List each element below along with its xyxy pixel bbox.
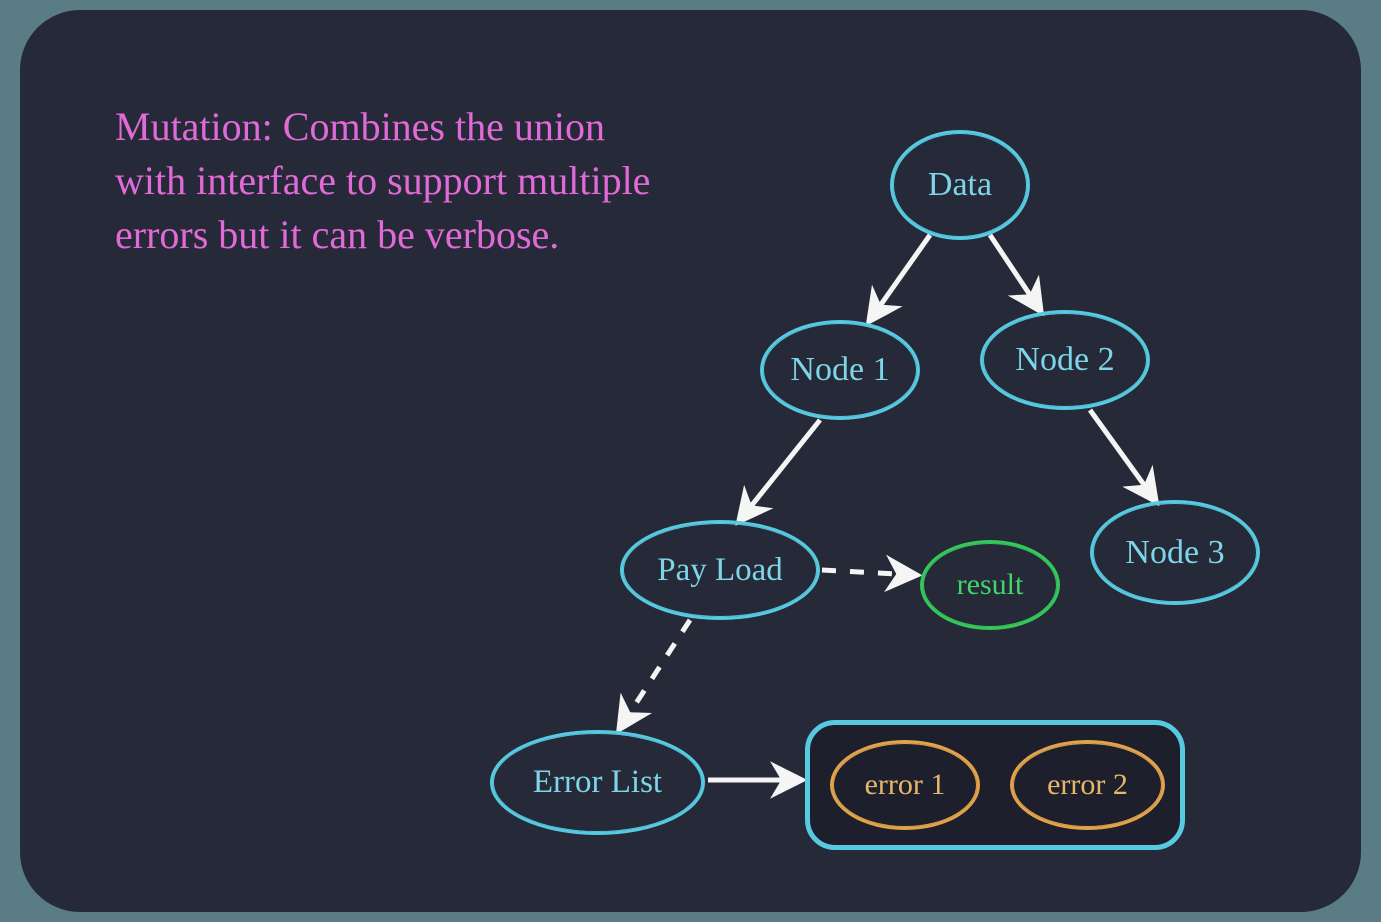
node-node3: Node 3: [1090, 500, 1260, 605]
node-error1-label: error 1: [865, 768, 946, 802]
edge-payload-result: [822, 570, 915, 575]
node-node3-label: Node 3: [1125, 534, 1224, 572]
node-data-label: Data: [928, 166, 992, 204]
node-error1: error 1: [830, 740, 980, 830]
node-node1: Node 1: [760, 320, 920, 420]
node-node2-label: Node 2: [1015, 341, 1114, 379]
diagram-caption: Mutation: Combines the union with interf…: [115, 100, 675, 262]
node-error2-label: error 2: [1047, 768, 1128, 802]
edge-data-node2: [990, 235, 1040, 310]
edge-payload-errorlist: [620, 620, 690, 728]
node-result: result: [920, 540, 1060, 630]
diagram-card: Mutation: Combines the union with interf…: [20, 10, 1361, 912]
node-error2: error 2: [1010, 740, 1165, 830]
edge-data-node1: [870, 235, 930, 320]
node-error-list: Error List: [490, 730, 705, 835]
node-node2: Node 2: [980, 310, 1150, 410]
edge-node1-payload: [740, 420, 820, 520]
node-node1-label: Node 1: [790, 351, 889, 389]
node-result-label: result: [957, 568, 1024, 602]
node-payload-label: Pay Load: [657, 552, 783, 589]
node-payload: Pay Load: [620, 520, 820, 620]
node-data: Data: [890, 130, 1030, 240]
node-error-list-label: Error List: [533, 764, 662, 801]
edge-node2-node3: [1090, 410, 1155, 500]
